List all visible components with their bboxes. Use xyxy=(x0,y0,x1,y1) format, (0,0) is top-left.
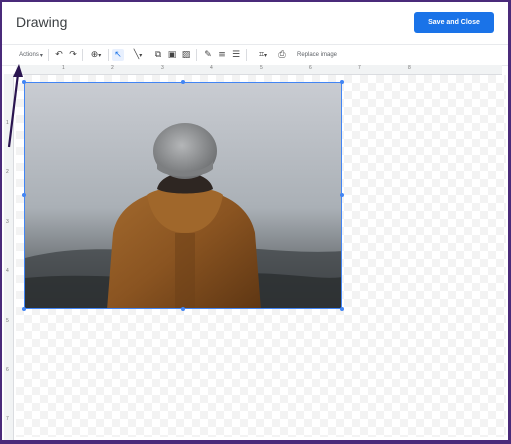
textbox-icon[interactable]: ▣ xyxy=(166,49,178,61)
ruler-number: 3 xyxy=(6,219,9,225)
toolbar-separator xyxy=(108,49,109,61)
line-icon[interactable]: ╲ ▾ xyxy=(127,49,149,61)
toolbar-separator xyxy=(48,49,49,61)
horizontal-ruler: 1 2 3 4 5 6 7 8 xyxy=(16,65,502,75)
ruler-number: 6 xyxy=(6,367,9,373)
ruler-number: 2 xyxy=(6,169,9,175)
redo-icon[interactable]: ↷ xyxy=(67,49,79,61)
ruler-number: 4 xyxy=(210,65,213,71)
zoom-icon[interactable]: ⊕ ▾ xyxy=(86,49,106,61)
toolbar-separator xyxy=(196,49,197,61)
line-dash-icon[interactable]: ☰ xyxy=(230,49,242,61)
photo-person-in-hat xyxy=(25,83,341,308)
resize-handle[interactable] xyxy=(181,80,185,84)
inserted-image[interactable] xyxy=(24,82,342,309)
ruler-number: 3 xyxy=(161,65,164,71)
resize-handle[interactable] xyxy=(340,80,344,84)
ruler-number: 2 xyxy=(111,65,114,71)
ruler-number: 7 xyxy=(6,416,9,422)
ruler-number: 5 xyxy=(260,65,263,71)
pen-icon[interactable]: ✎ xyxy=(202,49,214,61)
save-and-close-button[interactable]: Save and Close xyxy=(414,12,494,33)
toolbar: Actions ▾ ↶ ↷ ⊕ ▾ ↖ ╲ ▾ ⧉ ▣ ▨ ✎ ≡ ☰ ⌗ ▾ ⎙ R… xyxy=(2,44,508,66)
replace-image-button[interactable]: Replace image xyxy=(292,49,342,61)
toolbar-separator xyxy=(246,49,247,61)
ruler-number: 7 xyxy=(358,65,361,71)
ruler-number: 6 xyxy=(309,65,312,71)
resize-handle[interactable] xyxy=(22,307,26,311)
crop-icon[interactable]: ⌗ ▾ xyxy=(252,49,274,61)
resize-handle[interactable] xyxy=(340,193,344,197)
ruler-number: 5 xyxy=(6,318,9,324)
drawing-dialog: Drawing Save and Close Actions ▾ ↶ ↷ ⊕ ▾ … xyxy=(2,2,508,440)
annotation-arrow xyxy=(7,64,23,148)
line-weight-icon[interactable]: ≡ xyxy=(216,49,228,61)
resize-handle[interactable] xyxy=(22,193,26,197)
image-icon[interactable]: ▨ xyxy=(180,49,192,61)
ruler-number: 4 xyxy=(6,268,9,274)
replace-image-icon[interactable]: ⎙ xyxy=(276,49,288,61)
undo-icon[interactable]: ↶ xyxy=(53,49,65,61)
resize-handle[interactable] xyxy=(181,307,185,311)
shape-icon[interactable]: ⧉ xyxy=(152,49,164,61)
toolbar-separator xyxy=(82,49,83,61)
ruler-number: 1 xyxy=(62,65,65,71)
select-icon[interactable]: ↖ xyxy=(112,49,124,61)
ruler-number: 8 xyxy=(408,65,411,71)
resize-handle[interactable] xyxy=(340,307,344,311)
